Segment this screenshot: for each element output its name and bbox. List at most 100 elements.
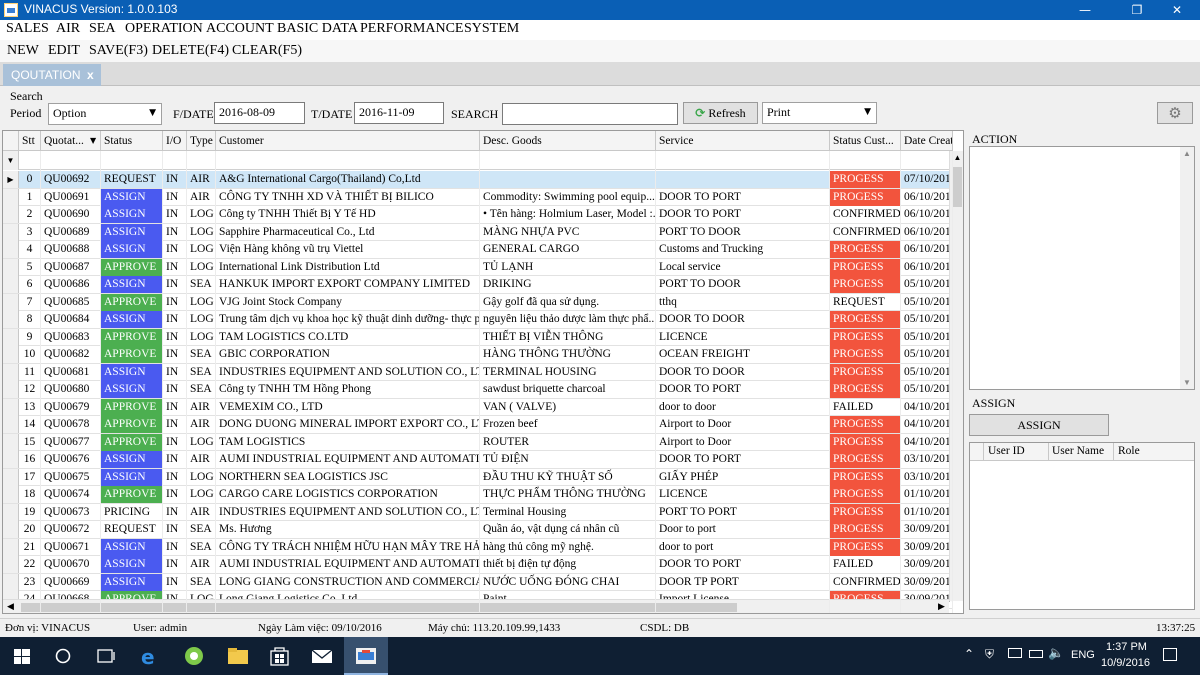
cell-io[interactable]: IN: [163, 171, 186, 188]
cell-quotation[interactable]: QU00687: [41, 259, 100, 276]
cell-customer[interactable]: TAM LOGISTICS CO.LTD: [216, 329, 479, 346]
cell-stt[interactable]: 23: [19, 574, 40, 591]
row-header[interactable]: [3, 468, 19, 486]
cell-service[interactable]: PORT TO DOOR: [656, 224, 829, 241]
col-user-id[interactable]: User ID: [988, 445, 1025, 457]
cell-stt[interactable]: 3: [19, 224, 40, 241]
cell-desc-goods[interactable]: GENERAL CARGO: [480, 241, 655, 258]
cell-status-cust[interactable]: PROGESS: [830, 468, 900, 486]
tray-time[interactable]: 1:37 PM: [1106, 641, 1147, 653]
cell-date-created[interactable]: 06/10/2016: [901, 241, 952, 258]
tray-network-icon[interactable]: [1008, 648, 1022, 658]
cell-service[interactable]: Door to port: [656, 521, 829, 538]
cell-type[interactable]: LOG: [187, 241, 215, 258]
cell-customer[interactable]: AUMI INDUSTRIAL EQUIPMENT AND AUTOMATI..…: [216, 556, 479, 573]
cell-desc-goods[interactable]: TỦ ĐIỆN: [480, 451, 655, 468]
cell-date-created[interactable]: 05/10/2016: [901, 346, 952, 363]
cell-type[interactable]: LOG: [187, 486, 215, 503]
cell-service[interactable]: door to port: [656, 539, 829, 556]
cell-io[interactable]: IN: [163, 329, 186, 346]
cell-type[interactable]: LOG: [187, 294, 215, 311]
cell-io[interactable]: IN: [163, 346, 186, 363]
cell-stt[interactable]: 18: [19, 486, 40, 503]
cell-stt[interactable]: 17: [19, 469, 40, 486]
cell-service[interactable]: LICENCE: [656, 329, 829, 346]
cell-io[interactable]: IN: [163, 574, 186, 591]
table-row[interactable]: 13 QU00679 APPROVE IN AIR VEMEXIM CO., LTD VAN…: [3, 398, 953, 416]
cell-quotation[interactable]: QU00676: [41, 451, 100, 468]
cell-desc-goods[interactable]: NƯỚC UỐNG ĐÓNG CHAI: [480, 574, 655, 591]
cell-status-cust[interactable]: PROGESS: [830, 433, 900, 451]
tray-volume-icon[interactable]: 🔈: [1048, 646, 1064, 661]
tray-battery-icon[interactable]: [1029, 650, 1043, 658]
cell-service[interactable]: GIẤY PHÉP: [656, 469, 829, 486]
cell-date-created[interactable]: 04/10/2016: [901, 416, 952, 433]
cell-customer[interactable]: AUMI INDUSTRIAL EQUIPMENT AND AUTOMATI..…: [216, 451, 479, 468]
cell-customer[interactable]: CÔNG TY TNHH XD VÀ THIẾT BỊ BILICO: [216, 189, 479, 206]
cell-status[interactable]: ASSIGN: [101, 276, 162, 293]
cell-desc-goods[interactable]: THỰC PHẨM THÔNG THƯỜNG: [480, 486, 655, 503]
row-header[interactable]: [3, 258, 19, 276]
cell-status-cust[interactable]: PROGESS: [830, 538, 900, 556]
cell-stt[interactable]: 4: [19, 241, 40, 258]
cell-date-created[interactable]: 06/10/2016: [901, 259, 952, 276]
cell-status-cust[interactable]: CONFIRMED: [830, 206, 900, 223]
row-header[interactable]: [3, 188, 19, 206]
cell-type[interactable]: SEA: [187, 346, 215, 363]
cell-status-cust[interactable]: PROGESS: [830, 276, 900, 293]
cell-stt[interactable]: 14: [19, 416, 40, 433]
cell-status-cust[interactable]: REQUEST: [830, 294, 900, 311]
cell-customer[interactable]: NORTHERN SEA LOGISTICS JSC: [216, 469, 479, 486]
cell-service[interactable]: PORT TO PORT: [656, 504, 829, 521]
table-row[interactable]: ▶ 0 QU00692 REQUEST IN AIR A&G International C…: [3, 171, 953, 189]
cell-type[interactable]: AIR: [187, 189, 215, 206]
cell-customer[interactable]: CARGO CARE LOGISTICS CORPORATION: [216, 486, 479, 503]
cell-type[interactable]: LOG: [187, 311, 215, 328]
cell-quotation[interactable]: QU00679: [41, 399, 100, 416]
cell-desc-goods[interactable]: thiết bị điện tự động: [480, 556, 655, 573]
cell-quotation[interactable]: QU00677: [41, 434, 100, 451]
row-header[interactable]: [3, 451, 19, 468]
mail-icon[interactable]: [300, 637, 344, 675]
table-row[interactable]: 11 QU00681 ASSIGN IN SEA INDUSTRIES EQUIPMENT…: [3, 363, 953, 381]
cell-service[interactable]: LICENCE: [656, 486, 829, 503]
tray-date[interactable]: 10/9/2016: [1101, 657, 1150, 669]
cell-customer[interactable]: GBIC CORPORATION: [216, 346, 479, 363]
row-header[interactable]: [3, 293, 19, 311]
cell-io[interactable]: IN: [163, 504, 186, 521]
cell-date-created[interactable]: 05/10/2016: [901, 311, 952, 328]
cell-desc-goods[interactable]: TỦ LẠNH: [480, 259, 655, 276]
table-row[interactable]: 17 QU00675 ASSIGN IN LOG NORTHERN SEA LOGISTI…: [3, 468, 953, 486]
action-textarea[interactable]: ▲ ▼: [969, 146, 1195, 390]
table-row[interactable]: 20 QU00672 REQUEST IN SEA Ms. Hương Quần áo, v…: [3, 521, 953, 539]
cell-type[interactable]: AIR: [187, 171, 215, 188]
table-row[interactable]: 6 QU00686 ASSIGN IN SEA HANKUK IMPORT EXPORT …: [3, 276, 953, 294]
cell-status[interactable]: ASSIGN: [101, 223, 162, 241]
cell-status[interactable]: APPROVE: [101, 258, 162, 276]
cell-io[interactable]: IN: [163, 399, 186, 416]
cell-service[interactable]: DOOR TO PORT: [656, 206, 829, 223]
cell-desc-goods[interactable]: TERMINAL HOUSING: [480, 364, 655, 381]
cell-service[interactable]: Airport to Door: [656, 416, 829, 433]
scroll-thumb[interactable]: [952, 167, 962, 207]
cell-type[interactable]: AIR: [187, 504, 215, 521]
col-user-name[interactable]: User Name: [1052, 445, 1104, 457]
row-header[interactable]: [3, 538, 19, 556]
scroll-right-icon[interactable]: ▶: [938, 601, 945, 612]
cell-status-cust[interactable]: FAILED: [830, 556, 900, 573]
tdate-input[interactable]: 2016-11-09: [354, 102, 444, 124]
table-row[interactable]: 15 QU00677 APPROVE IN LOG TAM LOGISTICS ROUTER…: [3, 433, 953, 451]
cell-date-created[interactable]: 30/09/2016: [901, 521, 952, 538]
col-stt-header[interactable]: Stt: [19, 131, 41, 151]
cell-status-cust[interactable]: FAILED: [830, 399, 900, 416]
cell-status[interactable]: APPROVE: [101, 486, 162, 503]
scroll-down-icon[interactable]: ▼: [1180, 378, 1194, 387]
cell-status[interactable]: PRICING: [101, 504, 162, 521]
cell-service[interactable]: DOOR TO PORT: [656, 451, 829, 468]
cell-quotation[interactable]: QU00681: [41, 364, 100, 381]
cell-desc-goods[interactable]: sawdust briquette charcoal: [480, 381, 655, 398]
cell-date-created[interactable]: 03/10/2016: [901, 469, 952, 486]
table-row[interactable]: 4 QU00688 ASSIGN IN LOG Viện Hàng không vũ tr…: [3, 241, 953, 259]
cell-customer[interactable]: A&G International Cargo(Thailand) Co,Ltd: [216, 171, 479, 188]
cell-stt[interactable]: 0: [19, 171, 40, 188]
